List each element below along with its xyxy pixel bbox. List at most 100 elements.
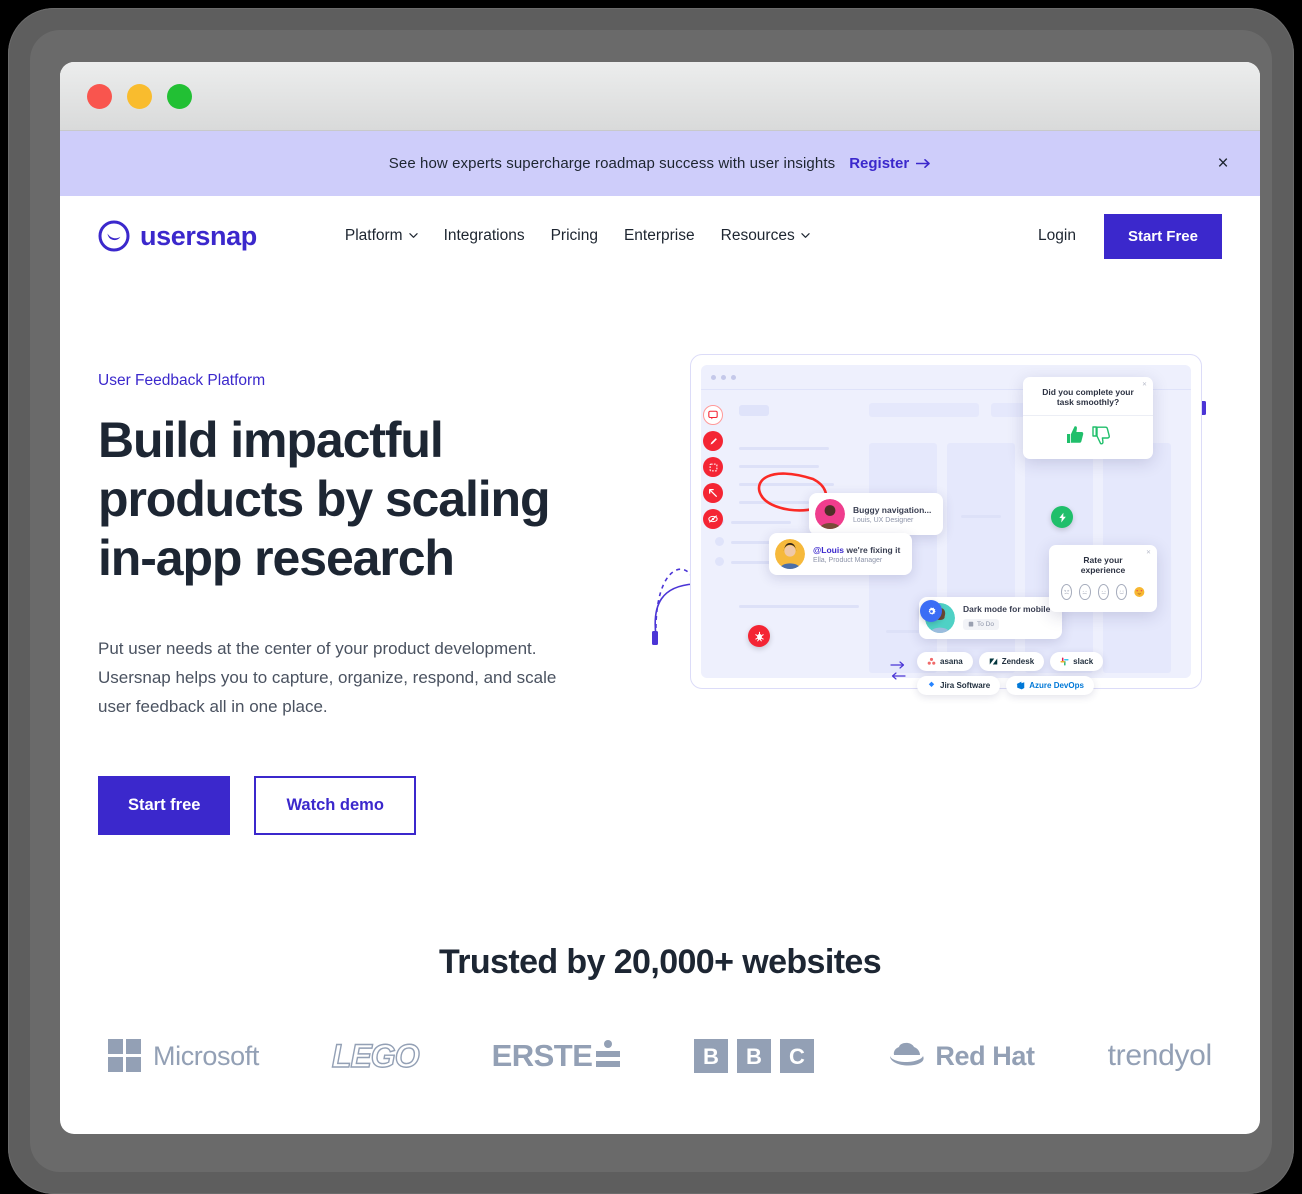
sync-arrows-icon — [890, 661, 906, 680]
nav-label: Integrations — [443, 227, 525, 244]
zendesk-icon — [989, 658, 997, 665]
hero-cta-group: Start free Watch demo — [98, 775, 618, 835]
mock-bullet — [715, 557, 724, 566]
logo-label-redhat: Red Hat — [935, 1040, 1035, 1071]
integration-chip-azure-devops[interactable]: Azure DevOps — [1006, 676, 1094, 695]
nav-item-enterprise[interactable]: Enterprise — [624, 227, 695, 245]
happy-face-icon[interactable] — [1115, 584, 1128, 600]
start-free-button[interactable]: Start Free — [1103, 213, 1222, 259]
task-status-label: To Do — [977, 620, 994, 628]
integration-chip-slack[interactable]: slack — [1050, 652, 1104, 671]
angry-face-icon[interactable] — [1061, 584, 1073, 600]
hero-start-free-button[interactable]: Start free — [98, 775, 231, 835]
trusted-title: Trusted by 20,000+ websites — [438, 942, 882, 981]
logo-label-erste: ERSTE — [491, 1038, 593, 1074]
svg-text:B: B — [703, 1044, 719, 1069]
browser-titlebar — [60, 62, 1260, 131]
rectangle-icon[interactable] — [703, 457, 723, 477]
nav-item-platform[interactable]: Platform — [345, 227, 418, 245]
close-icon[interactable]: ✕ — [1142, 381, 1147, 388]
page-title: Build impactful products by scaling in-a… — [98, 412, 551, 586]
hero-section: User Feedback Platform Build impactful p… — [60, 276, 1260, 835]
mock-dot — [731, 375, 736, 380]
login-link[interactable]: Login — [1038, 227, 1076, 245]
bbc-icon: B B C — [694, 1039, 815, 1074]
chevron-down-icon — [408, 232, 418, 238]
microsoft-icon — [108, 1039, 141, 1073]
close-icon[interactable]: ✕ — [1146, 549, 1151, 556]
avatar — [775, 539, 805, 569]
announcement-text: See how experts supercharge roadmap succ… — [388, 155, 836, 172]
status-badge: To Do — [963, 618, 999, 630]
mock-dot — [721, 375, 726, 380]
chevron-down-icon — [801, 232, 810, 238]
hero-subtitle: Put user needs at the center of your pro… — [98, 639, 557, 717]
mock-line — [739, 605, 859, 608]
task-card-title: Dark mode for mobile — [963, 604, 1051, 614]
thumbs-up-icon[interactable] — [1063, 423, 1087, 447]
thumbs-down-icon[interactable] — [1089, 423, 1113, 447]
integration-label: Jira Software — [940, 681, 991, 690]
hero-watch-demo-button[interactable]: Watch demo — [254, 775, 416, 835]
mock-block — [739, 405, 769, 416]
close-window-button[interactable] — [87, 83, 112, 109]
reply-card-title: @Louis we're fixing it — [813, 545, 900, 555]
comment-icon[interactable] — [703, 405, 723, 425]
integration-label: Azure DevOps — [1029, 681, 1084, 690]
task-card[interactable]: Dark mode for mobile To Do — [919, 597, 1063, 639]
jira-icon — [928, 681, 935, 687]
nav-item-resources[interactable]: Resources — [721, 227, 810, 245]
clipboard-icon — [968, 621, 974, 627]
hero-eyebrow: User Feedback Platform — [98, 372, 266, 389]
integration-label: Zendesk — [1001, 657, 1035, 666]
integration-chip-jira[interactable]: Jira Software — [917, 676, 1001, 695]
avatar — [815, 499, 845, 529]
feedback-comment-card[interactable]: Buggy navigation... Louis, UX Designer — [809, 493, 944, 535]
logo-microsoft: Microsoft — [108, 1039, 259, 1073]
logo-label-trendyol: trendyol — [1107, 1039, 1213, 1073]
sad-face-icon[interactable] — [1079, 584, 1091, 600]
erste-s-icon — [596, 1040, 621, 1068]
neutral-face-icon[interactable] — [1097, 584, 1109, 600]
hide-icon[interactable] — [703, 509, 723, 529]
minimize-window-button[interactable] — [127, 83, 152, 109]
integration-label: asana — [940, 657, 963, 666]
arrow-icon[interactable] — [703, 483, 723, 503]
integration-chip-asana[interactable]: asana — [917, 652, 973, 671]
nav-label: Platform — [344, 227, 403, 244]
bug-badge-icon — [748, 625, 770, 647]
mention-label: @Louis — [813, 544, 844, 555]
pen-icon[interactable] — [703, 431, 723, 451]
announcement-register-link[interactable]: Register — [849, 155, 931, 172]
reply-comment-card[interactable]: @Louis we're fixing it Ella, Product Man… — [769, 533, 913, 575]
header-actions: Login Start Free — [1038, 213, 1222, 259]
love-face-icon[interactable] — [1134, 584, 1145, 600]
nav-item-integrations[interactable]: Integrations — [444, 227, 525, 245]
rating-face-row — [1061, 584, 1145, 600]
mock-line — [961, 515, 1001, 518]
logo-trendyol: trendyol — [1107, 1039, 1213, 1073]
browser-window: See how experts supercharge roadmap succ… — [60, 62, 1260, 1134]
integrations-group: asana Zendesk slack Jira Software Azure … — [917, 652, 1104, 695]
integration-chip-zendesk[interactable]: Zendesk — [978, 652, 1045, 671]
nav-label: Pricing — [550, 227, 598, 244]
close-icon[interactable]: × — [1212, 153, 1234, 175]
usersnap-logo[interactable]: usersnap — [98, 220, 257, 252]
trusted-by-section: Trusted by 20,000+ websites Microsoft LE… — [60, 835, 1260, 1134]
mock-dot — [711, 375, 716, 380]
maximize-window-button[interactable] — [167, 83, 192, 109]
logo-label-lego: LEGO — [331, 1037, 420, 1074]
divider — [1023, 415, 1153, 416]
reply-text: we're fixing it — [843, 544, 901, 555]
nav-item-pricing[interactable]: Pricing — [551, 227, 598, 245]
thumbs-feedback-widget[interactable]: ✕ Did you complete your task smoothly? — [1023, 377, 1153, 459]
mock-line — [739, 447, 829, 450]
redhat-fedora-icon — [890, 1043, 924, 1066]
site-header: usersnap Platform Integrations Pricing E… — [60, 196, 1260, 276]
rating-feedback-widget[interactable]: ✕ Rate your experience — [1049, 545, 1157, 612]
customer-logo-row: Microsoft LEGO ERSTE B B C Red Hat trend… — [98, 1037, 1222, 1075]
azure-devops-icon — [1017, 681, 1025, 690]
slack-icon — [1060, 657, 1069, 666]
device-frame: See how experts supercharge roadmap succ… — [8, 8, 1294, 1194]
hero-illustration: Buggy navigation... Louis, UX Designer @… — [648, 346, 1208, 696]
